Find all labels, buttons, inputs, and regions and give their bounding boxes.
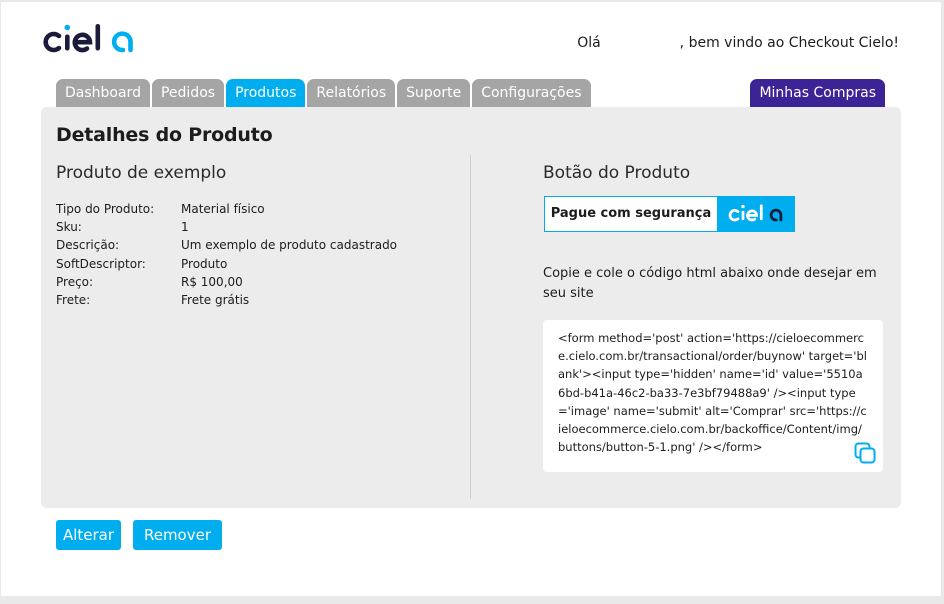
detail-label: Tipo do Produto: xyxy=(56,202,155,216)
page: Olá , bem vindo ao Checkout Cielo! Dashb… xyxy=(1,2,941,596)
tab-minhas-compras[interactable]: Minhas Compras xyxy=(750,79,885,107)
tab-pedidos[interactable]: Pedidos xyxy=(151,79,225,107)
detail-row: Preço: R$ 100,00 xyxy=(56,273,397,291)
detail-value: Um exemplo de produto cadastrado xyxy=(181,238,398,253)
copy-instructions: Copie e cole o código html abaixo onde d… xyxy=(543,266,877,301)
detail-value: Produto xyxy=(181,256,228,271)
greeting: Olá , bem vindo ao Checkout Cielo! xyxy=(577,35,899,51)
copy-icon[interactable] xyxy=(854,442,876,464)
detail-label: SoftDescriptor: xyxy=(56,256,146,271)
html-code-box[interactable]: <form method='post' action='https://ciel… xyxy=(543,320,883,472)
detail-label: Descrição: xyxy=(56,238,120,253)
detail-row: Sku: 1 xyxy=(56,218,397,236)
cielo-logo xyxy=(43,24,133,53)
tab-dashboard[interactable]: Dashboard xyxy=(56,79,150,107)
cielo-brand-badge xyxy=(717,197,794,231)
cielo-logo-white xyxy=(728,204,782,222)
detail-value: 1 xyxy=(181,220,189,235)
tab-suporte[interactable]: Suporte xyxy=(397,79,471,107)
detail-row: Frete: Frete grátis xyxy=(56,291,397,309)
buy-button-label: Pague com segurança xyxy=(550,206,712,221)
main-nav-tabs: Dashboard Pedidos Produtos Relatórios Su… xyxy=(56,79,591,107)
greeting-suffix: , bem vindo ao Checkout Cielo! xyxy=(679,35,899,51)
product-name: Produto de exemplo xyxy=(56,163,227,183)
column-divider xyxy=(470,155,471,499)
alterar-button[interactable]: Alterar xyxy=(56,520,121,550)
detail-value: R$ 100,00 xyxy=(181,274,243,289)
tab-produtos[interactable]: Produtos xyxy=(226,79,306,107)
detail-label: Preço: xyxy=(56,274,94,289)
product-button-title: Botão do Produto xyxy=(543,163,691,183)
remover-button[interactable]: Remover xyxy=(133,520,222,550)
tab-configuracoes[interactable]: Configurações xyxy=(472,79,591,107)
detail-label: Frete: xyxy=(56,293,91,308)
buy-button-preview[interactable]: Pague com segurança xyxy=(544,196,795,232)
product-details-list: Tipo do Produto: Material físico Sku: 1 … xyxy=(56,200,397,309)
detail-label: Sku: xyxy=(56,220,82,235)
html-code[interactable]: <form method='post' action='https://ciel… xyxy=(558,329,869,456)
tab-relatorios[interactable]: Relatórios xyxy=(307,79,396,107)
detail-value: Material físico xyxy=(181,202,265,216)
page-title: Detalhes do Produto xyxy=(56,124,273,146)
detail-row: Tipo do Produto: Material físico xyxy=(56,200,397,218)
product-details-panel: Detalhes do Produto Produto de exemplo T… xyxy=(41,107,901,508)
detail-row: Descrição: Um exemplo de produto cadastr… xyxy=(56,236,397,254)
detail-value: Frete grátis xyxy=(181,293,250,308)
detail-row: SoftDescriptor: Produto xyxy=(56,255,397,273)
greeting-prefix: Olá xyxy=(577,35,601,51)
